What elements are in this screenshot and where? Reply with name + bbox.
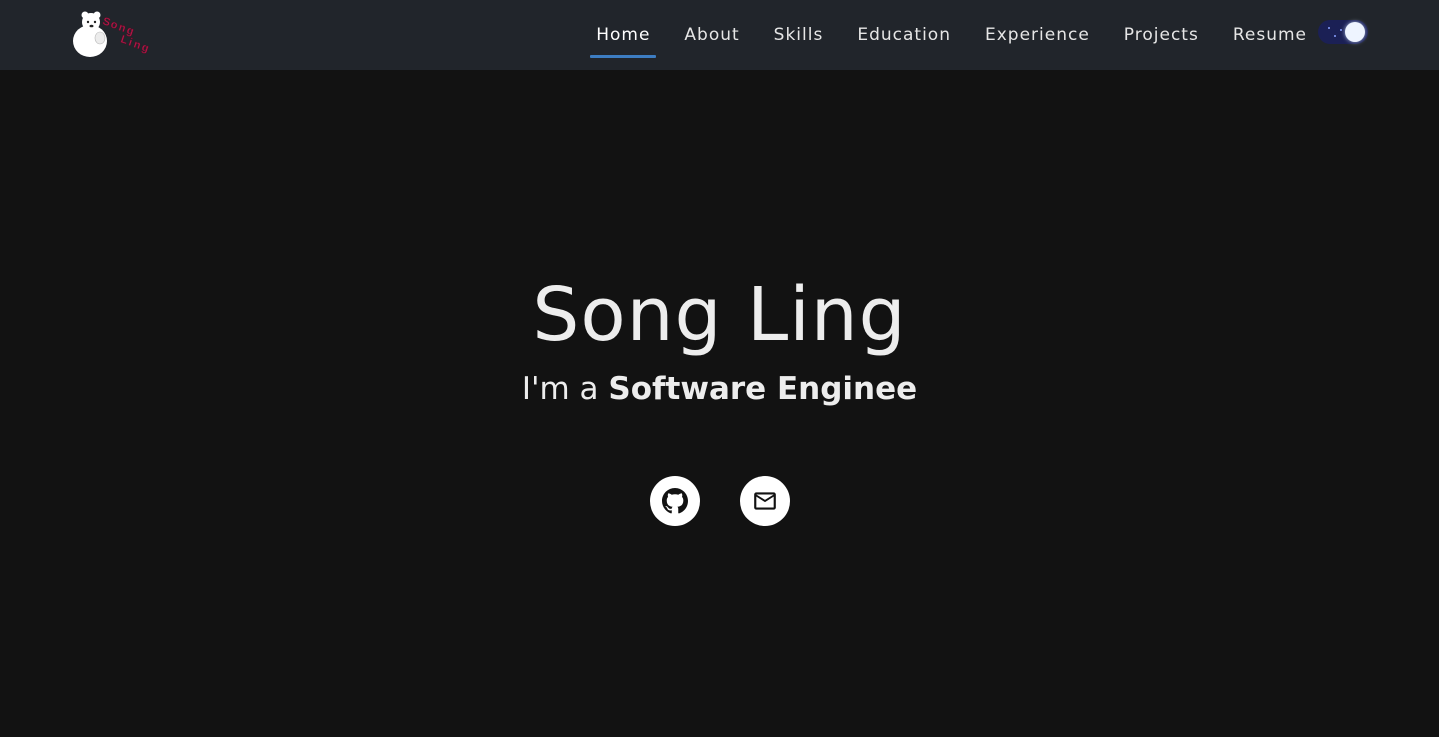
moon-toggle-icon [1345, 22, 1365, 42]
mail-icon [754, 492, 776, 510]
polar-bear-logo-icon: S o n g L i n g [73, 11, 150, 57]
github-icon [662, 488, 688, 514]
theme-toggle[interactable] [1318, 20, 1368, 44]
star-icon [1340, 29, 1342, 31]
nav-link-about[interactable]: About [682, 24, 741, 46]
nav-link-resume[interactable]: Resume [1231, 24, 1309, 46]
hero-name: Song Ling [532, 272, 907, 358]
svg-text:g: g [140, 41, 150, 54]
email-button[interactable] [740, 476, 790, 526]
social-links [650, 476, 790, 526]
github-button[interactable] [650, 476, 700, 526]
subtitle-prefix: I'm a [521, 371, 609, 407]
subtitle-role: Software Enginee [608, 371, 918, 407]
nav-link-experience[interactable]: Experience [983, 24, 1092, 46]
star-icon [1328, 27, 1330, 29]
star-icon [1334, 35, 1336, 37]
nav-link-projects[interactable]: Projects [1122, 24, 1201, 46]
nav-link-skills[interactable]: Skills [772, 24, 826, 46]
nav-link-home[interactable]: Home [590, 24, 657, 58]
navbar: S o n g L i n g Home About Skills Educat… [0, 0, 1439, 70]
site-logo[interactable]: S o n g L i n g [70, 10, 160, 60]
hero-subtitle: I'm a Software Enginee [0, 367, 1439, 411]
nav-link-education[interactable]: Education [855, 24, 953, 46]
hero-section: Song Ling I'm a Software Enginee [0, 70, 1439, 737]
main-nav: Home About Skills Education Experience P… [590, 0, 1309, 70]
